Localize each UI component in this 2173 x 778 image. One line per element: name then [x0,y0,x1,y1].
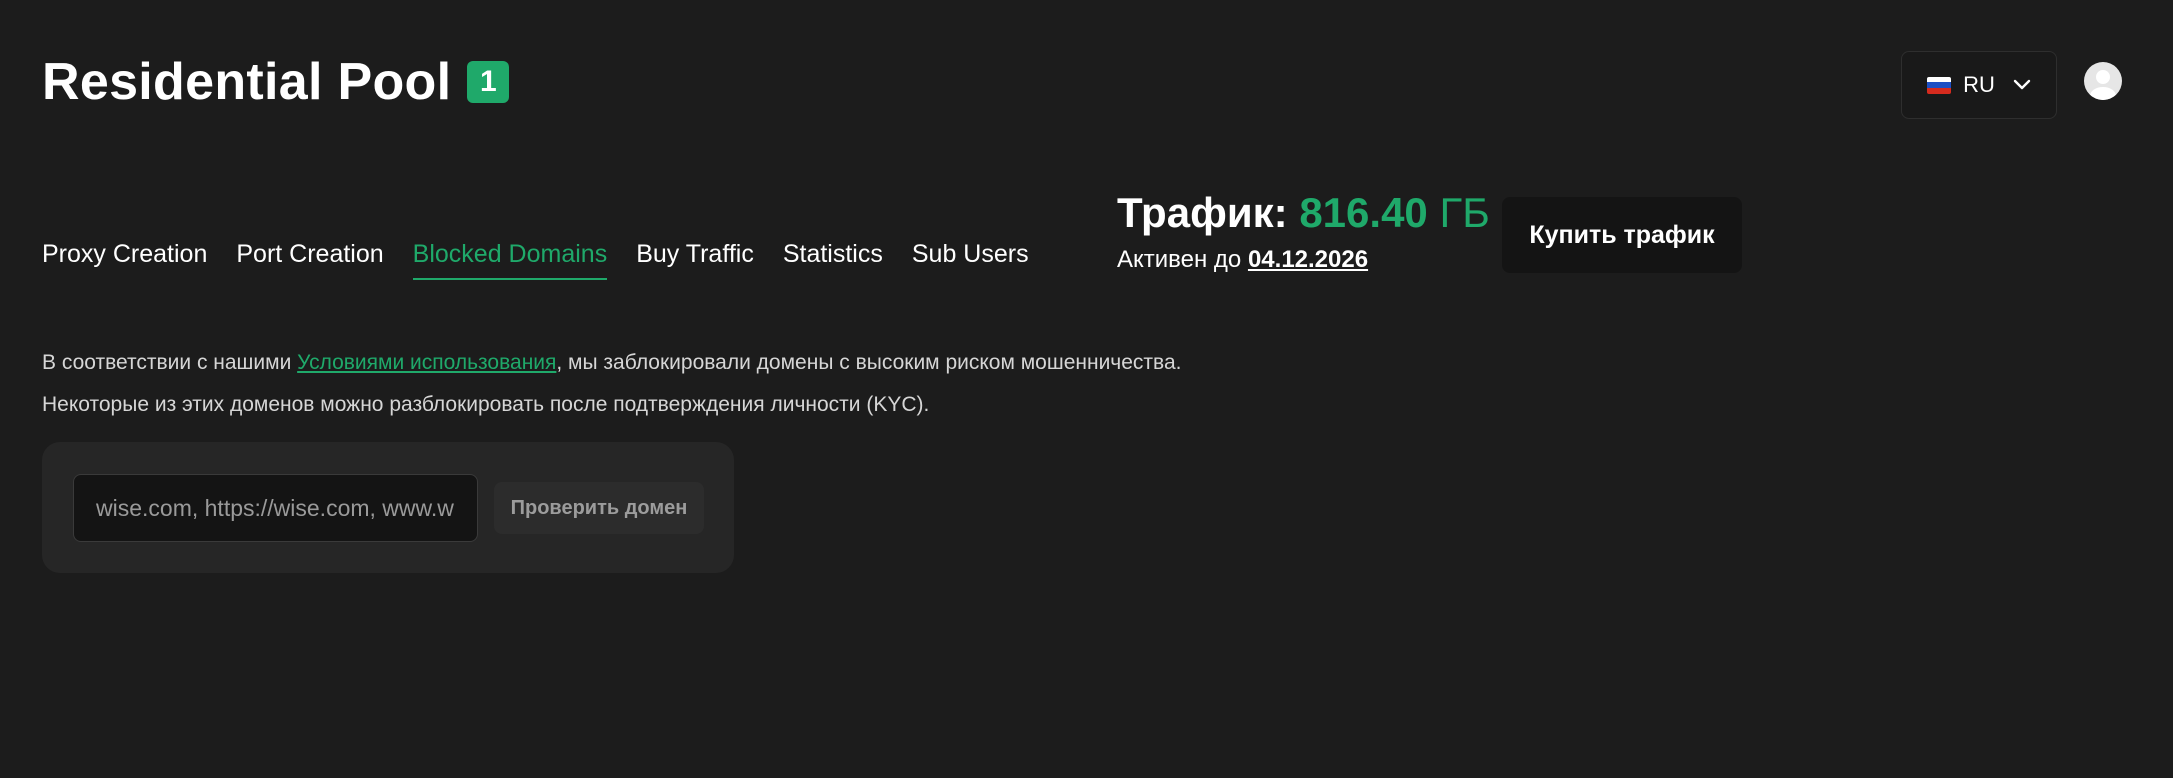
user-avatar[interactable] [2084,62,2122,100]
traffic-value: 816.40 [1299,189,1428,236]
tab-blocked-domains[interactable]: Blocked Domains [412,240,608,280]
description-text: , мы заблокировали домены с высоким риск… [556,351,1182,374]
language-select[interactable]: RU [1901,51,2057,119]
active-date: 04.12.2026 [1247,246,1369,274]
traffic-summary: Трафик: 816.40 ГБ [1117,189,1490,236]
traffic-info: Трафик: 816.40 ГБ Активен до 04.12.2026 [1117,189,1490,274]
language-label: RU [1963,72,1995,97]
tab-sub-users[interactable]: Sub Users [912,240,1029,280]
user-icon [2090,70,2116,100]
tab-statistics[interactable]: Statistics [783,240,883,280]
buy-traffic-button[interactable]: Купить трафик [1502,197,1742,273]
count-badge: 1 [467,61,510,103]
tab-bar: Proxy Creation Port Creation Blocked Dom… [42,240,1029,280]
page-title: Residential Pool [42,53,452,111]
tab-buy-traffic[interactable]: Buy Traffic [636,240,754,280]
active-prefix: Активен до [1117,246,1242,274]
domain-check-panel: Проверить домен [42,442,734,573]
chevron-down-icon [2013,79,2031,91]
active-until: Активен до 04.12.2026 [1117,246,1490,274]
tab-port-creation[interactable]: Port Creation [236,240,383,280]
header: Residential Pool 1 [42,53,510,111]
russia-flag-icon [1927,76,1952,94]
traffic-unit: ГБ [1439,189,1490,236]
description-text: В соответствии с нашими [42,351,298,374]
description-line-2: Некоторые из этих доменов можно разблоки… [42,393,930,416]
terms-link[interactable]: Условиями использования [297,351,556,374]
tab-proxy-creation[interactable]: Proxy Creation [42,240,207,280]
traffic-label: Трафик: [1117,189,1288,236]
page: Residential Pool 1 RU Proxy Creation Por… [0,0,2173,778]
domain-input[interactable] [73,474,478,542]
description-line-1: В соответствии с нашими Условиями исполь… [42,342,1181,384]
check-domain-button[interactable]: Проверить домен [494,482,704,534]
blocked-domains-description: В соответствии с нашими Условиями исполь… [42,342,1181,426]
